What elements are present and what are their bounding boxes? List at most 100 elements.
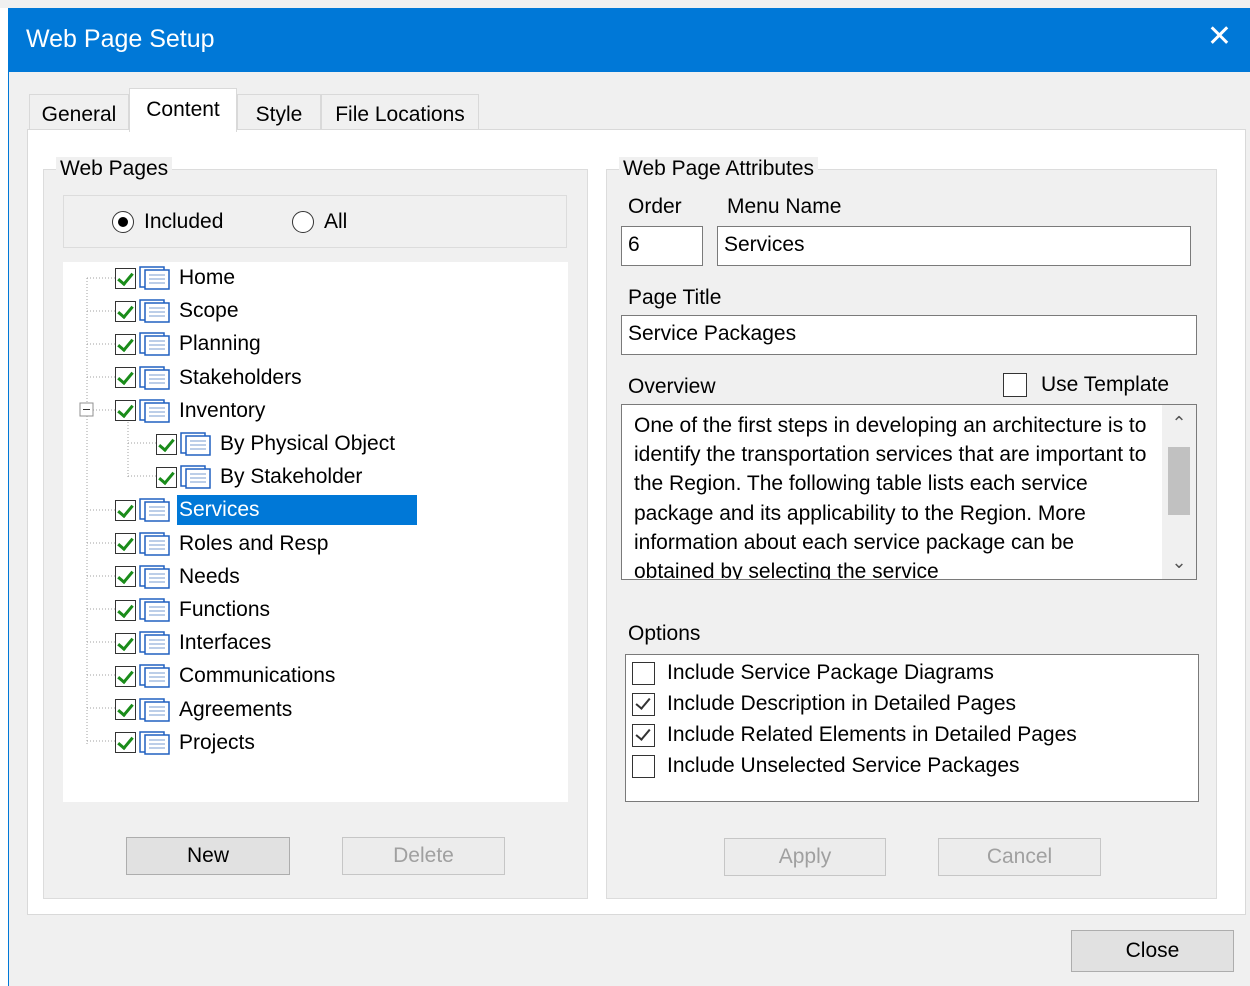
tree-node-label[interactable]: Roles and Resp	[177, 529, 334, 559]
tree-node-checkbox[interactable]	[156, 466, 177, 488]
tree-node[interactable]: By Physical Object	[156, 429, 401, 459]
close-window-icon[interactable]: ✕	[1207, 22, 1232, 52]
tree-node-checkbox[interactable]	[115, 499, 136, 521]
overview-scrollbar[interactable]: ⌃ ⌄	[1162, 405, 1196, 579]
radio-all-indicator[interactable]	[292, 211, 314, 233]
tree-node-label[interactable]: By Physical Object	[218, 429, 401, 459]
tree-node-label[interactable]: Functions	[177, 595, 276, 625]
tree-node-label[interactable]: Services	[177, 495, 417, 526]
delete-button[interactable]: Delete	[342, 837, 505, 875]
tab-general[interactable]: General	[29, 94, 129, 130]
tree-node-checkbox[interactable]	[115, 400, 136, 422]
page-icon	[136, 365, 171, 391]
tab-style[interactable]: Style	[237, 94, 321, 130]
page-icon	[136, 663, 171, 689]
tree-node-label[interactable]: Planning	[177, 329, 267, 359]
filter-radio-group: Included All	[63, 195, 567, 248]
window-border	[8, 72, 9, 986]
tree-node[interactable]: Interfaces	[115, 628, 277, 658]
tree-node-checkbox[interactable]	[115, 300, 136, 322]
tree-node[interactable]: Communications	[115, 661, 341, 691]
option-checkbox[interactable]	[632, 692, 655, 716]
radio-included-indicator[interactable]	[112, 211, 134, 233]
page-icon	[136, 564, 171, 590]
order-label: Order	[628, 195, 682, 218]
title-bar: Web Page Setup ✕	[8, 8, 1250, 72]
tree-node[interactable]: Home	[115, 263, 241, 293]
close-button[interactable]: Close	[1071, 930, 1234, 972]
menu-name-label: Menu Name	[727, 195, 842, 218]
tree-node-checkbox[interactable]	[115, 599, 136, 621]
tree-node[interactable]: Inventory	[115, 396, 271, 426]
new-button[interactable]: New	[126, 837, 290, 875]
radio-included-label: Included	[144, 210, 224, 233]
radio-included[interactable]: Included	[112, 210, 223, 234]
option-checkbox[interactable]	[632, 754, 655, 778]
tree-node-label[interactable]: Scope	[177, 296, 245, 326]
tree-node-checkbox[interactable]	[115, 267, 136, 289]
web-page-attributes-group-label: Web Page Attributes	[619, 157, 819, 181]
tree-node[interactable]: Projects	[115, 728, 261, 758]
scroll-up-icon[interactable]: ⌃	[1162, 413, 1196, 434]
page-icon	[136, 597, 171, 623]
use-template-checkbox[interactable]: Use Template	[1003, 373, 1169, 397]
option-item[interactable]: Include Description in Detailed Pages	[632, 692, 1016, 716]
tree-node[interactable]: Roles and Resp	[115, 529, 334, 559]
scroll-thumb[interactable]	[1168, 447, 1190, 515]
page-icon	[177, 464, 212, 490]
tree-node-label[interactable]: Projects	[177, 728, 261, 758]
use-template-label: Use Template	[1041, 373, 1170, 396]
tree-node-label[interactable]: Agreements	[177, 695, 298, 725]
overview-text: One of the first steps in developing an …	[634, 414, 1147, 580]
tree-node-checkbox[interactable]	[115, 632, 136, 654]
option-checkbox[interactable]	[632, 661, 655, 685]
option-item[interactable]: Include Unselected Service Packages	[632, 754, 1020, 778]
option-item[interactable]: Include Related Elements in Detailed Pag…	[632, 723, 1077, 747]
scroll-down-icon[interactable]: ⌄	[1162, 552, 1196, 573]
tree-node-checkbox[interactable]	[115, 732, 136, 754]
tree-node[interactable]: By Stakeholder	[156, 462, 368, 492]
page-icon	[136, 497, 171, 523]
tree-node[interactable]: Planning	[115, 329, 267, 359]
tree-node-label[interactable]: Interfaces	[177, 628, 277, 658]
tree-node-checkbox[interactable]	[115, 367, 136, 389]
option-label: Include Unselected Service Packages	[667, 754, 1020, 777]
tree-node[interactable]: Functions	[115, 595, 276, 625]
menu-name-input[interactable]: Services	[717, 226, 1191, 266]
radio-all-label: All	[324, 210, 348, 233]
cancel-button[interactable]: Cancel	[938, 838, 1101, 876]
tab-file-locations[interactable]: File Locations	[321, 94, 479, 130]
apply-button[interactable]: Apply	[724, 838, 886, 876]
option-item[interactable]: Include Service Package Diagrams	[632, 661, 994, 685]
tree-node-checkbox[interactable]	[115, 699, 136, 721]
tab-content[interactable]: Content	[129, 88, 237, 132]
tree-node-label[interactable]: Home	[177, 263, 241, 293]
tree-node-label[interactable]: Inventory	[177, 396, 271, 426]
options-list[interactable]: Include Service Package Diagrams Include …	[625, 654, 1199, 802]
page-title-input[interactable]: Service Packages	[621, 315, 1197, 355]
option-checkbox[interactable]	[632, 723, 655, 747]
tree-node[interactable]: Stakeholders	[115, 363, 308, 393]
tree-node-checkbox[interactable]	[115, 665, 136, 687]
tree-node-label[interactable]: Communications	[177, 661, 341, 691]
tree-node-checkbox[interactable]	[115, 333, 136, 355]
tree-node[interactable]: Agreements	[115, 695, 298, 725]
tree-node-label[interactable]: Stakeholders	[177, 363, 308, 393]
radio-all[interactable]: All	[292, 210, 347, 234]
page-title-label: Page Title	[628, 286, 722, 309]
tree-node[interactable]: Needs	[115, 562, 246, 592]
use-template-box[interactable]	[1003, 373, 1027, 397]
tree-node-label[interactable]: By Stakeholder	[218, 462, 368, 492]
tree-node[interactable]: Scope	[115, 296, 245, 326]
tree-node-checkbox[interactable]	[115, 533, 136, 555]
tree-node[interactable]: Services	[115, 495, 417, 526]
order-input[interactable]: 6	[621, 226, 703, 266]
page-icon	[136, 298, 171, 324]
web-pages-tree[interactable]: Home Scope Planning Stakeholders Inventory By…	[63, 262, 568, 802]
tree-node-checkbox[interactable]	[156, 433, 177, 455]
tree-node-label[interactable]: Needs	[177, 562, 246, 592]
option-label: Include Related Elements in Detailed Pag…	[667, 723, 1077, 746]
overview-textarea[interactable]: One of the first steps in developing an …	[621, 404, 1197, 580]
tree-node-checkbox[interactable]	[115, 566, 136, 588]
option-label: Include Service Package Diagrams	[667, 661, 994, 684]
